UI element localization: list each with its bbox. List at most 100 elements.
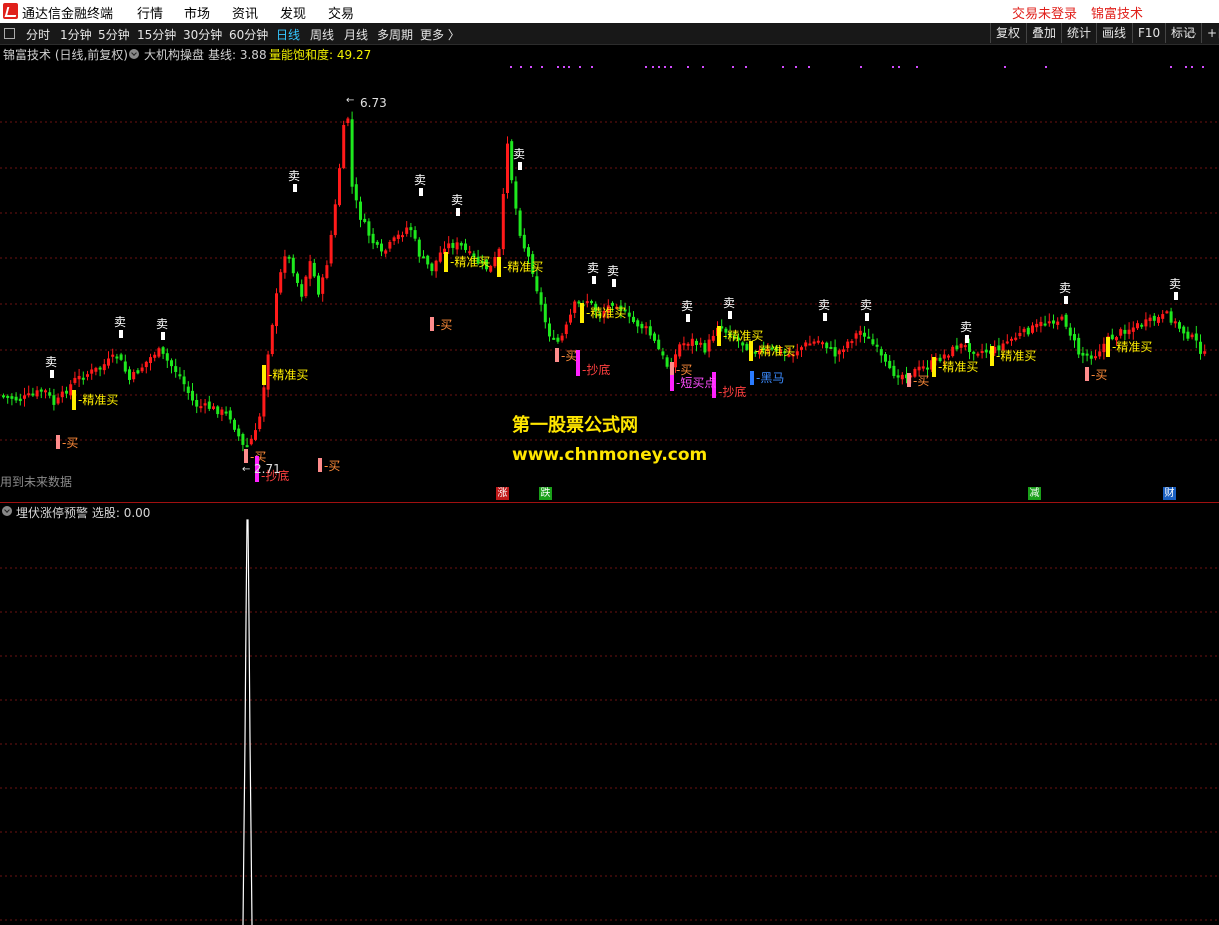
candle-body[interactable] [590,301,593,304]
candle-body[interactable] [157,348,161,357]
candle-body[interactable] [140,367,144,372]
candle-body[interactable] [1052,320,1055,324]
candle-body[interactable] [333,204,337,236]
candle-body[interactable] [186,386,190,393]
candle-body[interactable] [552,337,556,340]
candle-body[interactable] [73,377,77,383]
candle-body[interactable] [627,312,631,317]
candle-body[interactable] [107,358,110,366]
candle-body[interactable] [94,367,98,372]
sell-marker[interactable] [293,184,297,192]
candle-body[interactable] [119,354,123,360]
candle-body[interactable] [52,395,56,405]
candle-body[interactable] [1199,341,1202,354]
candle-body[interactable] [1077,337,1081,355]
buy-marker[interactable] [555,348,559,362]
sell-marker[interactable] [865,313,869,321]
tab-daily[interactable]: 日线 [276,26,300,43]
candle-body[interactable] [144,361,148,368]
sell-marker[interactable] [686,314,690,322]
candle-body[interactable] [123,361,127,372]
candle-body[interactable] [384,250,388,254]
candle-body[interactable] [111,354,115,357]
candle-body[interactable] [1068,327,1072,336]
candle-body[interactable] [216,406,220,415]
candle-body[interactable] [1140,324,1144,327]
candle-body[interactable] [81,377,85,380]
candle-body[interactable] [1060,316,1064,320]
buy-marker[interactable] [56,435,60,449]
candle-body[interactable] [1169,311,1173,323]
candle-body[interactable] [77,375,81,380]
candle-body[interactable] [375,241,379,245]
candle-body[interactable] [39,389,43,392]
candle-body[interactable] [632,316,635,322]
candle-body[interactable] [1022,328,1026,333]
indicator-panel-menu-icon[interactable] [2,506,12,516]
candle-body[interactable] [338,168,341,206]
candle-body[interactable] [837,350,841,355]
tab-monthly[interactable]: 月线 [344,26,368,43]
brand-link[interactable]: 锦富技术 [1091,3,1143,22]
draw-line-button[interactable]: 画线 [1096,23,1131,43]
candlestick-chart[interactable]: 卖卖卖卖卖卖卖卖卖卖卖卖卖卖卖卖-买-买-买-买-买-买-买-买-精准买-精准买… [0,63,1219,503]
precise-buy-marker[interactable] [749,341,753,361]
candle-body[interactable] [182,376,186,385]
candle-body[interactable] [569,314,572,323]
candle-body[interactable] [548,323,551,337]
candle-body[interactable] [858,330,862,335]
candle-body[interactable] [329,234,333,264]
menu-item-quotes[interactable]: 行情 [137,3,163,22]
precise-buy-marker[interactable] [444,252,448,272]
tab-30min[interactable]: 30分钟 [183,26,222,43]
sell-marker[interactable] [1064,296,1068,304]
candle-body[interactable] [56,397,60,404]
candle-body[interactable] [959,343,963,348]
sell-marker[interactable] [823,313,827,321]
indicator-name[interactable]: 大机构操盘 [144,46,204,63]
candle-body[interactable] [556,337,560,342]
candle-body[interactable] [224,411,228,414]
sell-marker[interactable] [728,311,732,319]
buy-marker[interactable] [907,373,911,387]
candle-body[interactable] [900,374,904,380]
candle-body[interactable] [308,261,312,279]
candle-body[interactable] [438,252,442,262]
candle-body[interactable] [644,326,648,329]
candle-body[interactable] [1039,321,1043,327]
candle-body[interactable] [1182,326,1186,334]
add-custom-button[interactable]: +自 [1201,23,1219,43]
candle-body[interactable] [90,369,94,374]
candle-body[interactable] [1157,317,1160,323]
candle-body[interactable] [388,241,392,249]
candle-body[interactable] [577,301,581,304]
candle-body[interactable] [884,354,887,362]
candle-body[interactable] [468,251,472,254]
candle-body[interactable] [1089,355,1093,359]
candle-body[interactable] [707,339,711,352]
candle-body[interactable] [312,262,316,277]
candle-body[interactable] [86,374,89,377]
candle-body[interactable] [1148,317,1152,322]
tab-multi-period[interactable]: 多周期 [377,26,413,43]
menu-item-news[interactable]: 资讯 [232,3,258,22]
candle-body[interactable] [527,247,530,257]
candle-body[interactable] [522,234,526,249]
login-status-link[interactable]: 交易未登录 [1012,3,1077,22]
precise-buy-marker[interactable] [990,346,994,366]
candle-body[interactable] [846,341,850,349]
candle-body[interactable] [506,143,509,194]
buy-marker[interactable] [318,458,322,472]
candle-body[interactable] [972,351,976,354]
restore-rights-button[interactable]: 复权 [990,23,1025,43]
candle-body[interactable] [711,335,715,341]
candle-body[interactable] [23,395,26,399]
candle-body[interactable] [1161,314,1165,319]
candle-body[interactable] [690,338,694,346]
candle-body[interactable] [207,401,211,409]
menu-item-market[interactable]: 市场 [184,3,210,22]
candle-body[interactable] [695,340,698,345]
indicator-menu-icon[interactable] [129,49,139,59]
candle-body[interactable] [829,347,833,350]
candle-body[interactable] [1010,338,1013,341]
